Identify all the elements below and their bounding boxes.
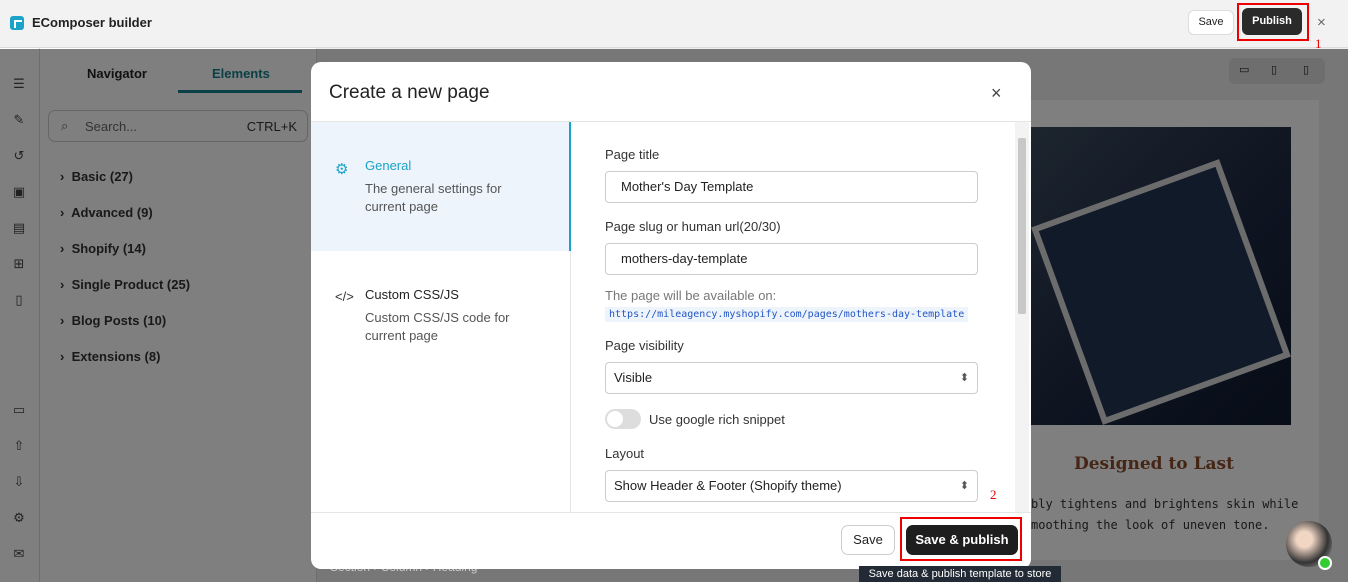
nav-label: Custom CSS/JS [365, 287, 459, 302]
layout-select[interactable]: Show Header & Footer (Shopify theme) [605, 470, 978, 502]
page-url-link[interactable]: https://mileagency.myshopify.com/pages/m… [605, 307, 969, 322]
ecomposer-logo-icon [10, 16, 24, 30]
code-icon: </> [335, 289, 354, 304]
top-bar: EComposer builder Save Publish 1 × [0, 0, 1348, 51]
save-button[interactable]: Save [1188, 10, 1234, 35]
nav-desc: The general settings for current page [365, 181, 502, 214]
slug-input[interactable]: mothers-day-template [605, 243, 978, 275]
dialog-nav: ⚙ General The general settings for curre… [311, 122, 571, 512]
visibility-select[interactable]: Visible [605, 362, 978, 394]
rich-snippet-label: Use google rich snippet [649, 412, 785, 427]
annotation-2: 2 [990, 487, 997, 502]
highlight-box-1 [1237, 3, 1309, 41]
page-title-label: Page title [605, 147, 660, 162]
divider [311, 512, 1031, 513]
highlight-box-2 [900, 517, 1022, 561]
slug-label: Page slug or human url(20/30) [605, 219, 781, 234]
nav-general[interactable]: ⚙ General The general settings for curre… [311, 122, 571, 251]
dialog-save-button[interactable]: Save [841, 525, 895, 555]
save-publish-tooltip: Save data & publish template to store [859, 566, 1061, 582]
gear-icon: ⚙ [335, 161, 349, 178]
visibility-label: Page visibility [605, 338, 684, 353]
available-label: The page will be available on: [605, 288, 777, 303]
nav-custom-css-js[interactable]: </> Custom CSS/JS Custom CSS/JS code for… [311, 251, 571, 380]
layout-label: Layout [605, 446, 645, 461]
form-scrollbar[interactable] [1015, 122, 1029, 512]
nav-desc: Custom CSS/JS code for current page [365, 310, 510, 343]
dialog-title: Create a new page [329, 82, 490, 103]
create-page-dialog: Create a new page × ⚙ General The genera… [311, 62, 1031, 569]
nav-label: General [365, 158, 412, 173]
online-status-indicator [1318, 556, 1332, 570]
rich-snippet-toggle[interactable] [605, 409, 641, 429]
page-title-input[interactable]: Mother's Day Template [605, 171, 978, 203]
dialog-close-icon[interactable]: × [991, 83, 1002, 104]
close-icon[interactable]: × [1317, 14, 1326, 31]
app-title: EComposer builder [32, 15, 152, 30]
